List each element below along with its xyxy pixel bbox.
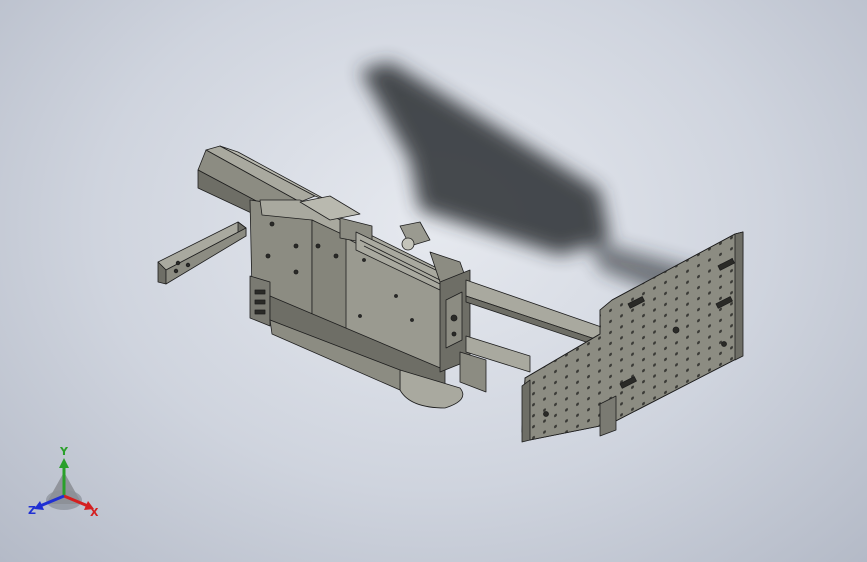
cad-model-view[interactable]	[0, 0, 867, 562]
graphics-viewport[interactable]: Y X Z	[0, 0, 867, 562]
orientation-triad[interactable]: Y X Z	[24, 445, 108, 528]
z-axis-label: Z	[28, 504, 36, 517]
x-axis-label: X	[90, 506, 99, 519]
side-slot-block[interactable]	[249, 275, 271, 327]
y-axis-arrow-icon	[59, 458, 69, 468]
y-axis-label: Y	[60, 445, 68, 458]
left-mounting-bracket[interactable]	[157, 221, 247, 285]
